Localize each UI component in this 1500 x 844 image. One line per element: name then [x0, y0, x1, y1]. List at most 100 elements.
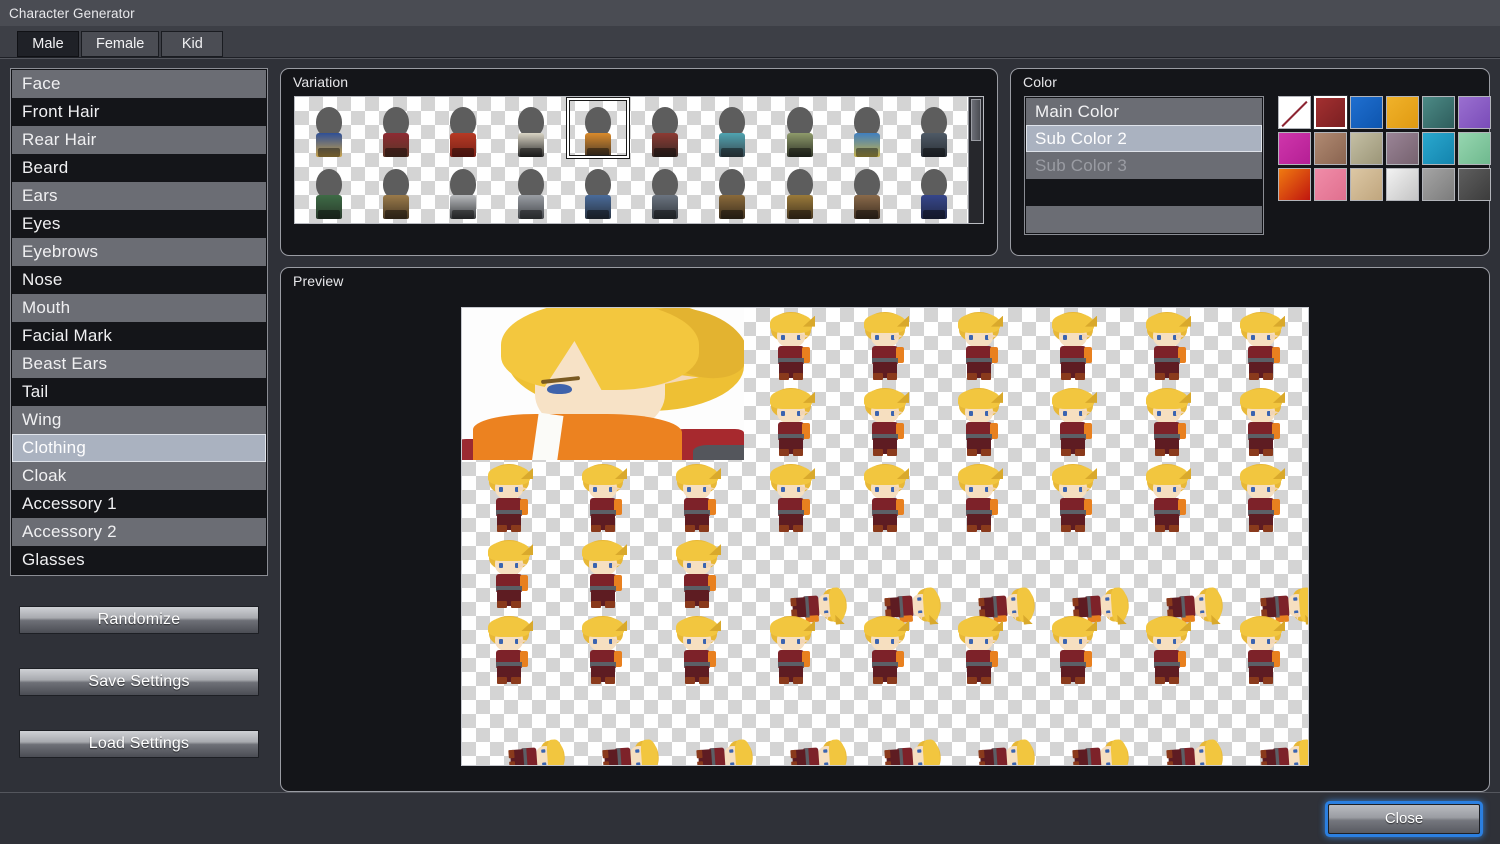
part-item-front-hair[interactable]: Front Hair: [12, 98, 266, 126]
swatch-magenta[interactable]: [1278, 132, 1311, 165]
variation-cell[interactable]: [295, 159, 362, 221]
swatch-silver[interactable]: [1386, 168, 1419, 201]
swatch-orange-red[interactable]: [1278, 168, 1311, 201]
sprite-eye-left: [1199, 597, 1204, 601]
preview-character-sprite: [1234, 463, 1288, 532]
preview-canvas[interactable]: [461, 306, 1309, 766]
tab-male[interactable]: Male: [17, 31, 79, 57]
part-item-wing[interactable]: Wing: [12, 406, 266, 434]
part-item-beast-ears[interactable]: Beast Ears: [12, 350, 266, 378]
swatch-gray[interactable]: [1422, 168, 1455, 201]
sprite-boot-right: [1169, 448, 1179, 456]
parts-list[interactable]: Face Front Hair Rear Hair Beard Ears Eyes Eyeb…: [10, 68, 268, 576]
sprite-front-hair: [1298, 739, 1308, 765]
tab-kid[interactable]: Kid: [161, 31, 224, 57]
sprite-boot-left: [1072, 597, 1079, 607]
variation-cell[interactable]: [766, 159, 833, 221]
part-item-tail[interactable]: Tail: [12, 378, 266, 406]
swatch-blue[interactable]: [1350, 96, 1383, 129]
variation-cell[interactable]: [632, 97, 699, 159]
swatch-mint[interactable]: [1458, 132, 1491, 165]
variation-cell[interactable]: [362, 159, 429, 221]
variation-cell[interactable]: [901, 97, 968, 159]
sprite-eye-left: [687, 639, 691, 645]
swatch-mauve[interactable]: [1386, 132, 1419, 165]
sprite-eye-left: [1251, 410, 1255, 416]
sprite-eye-left: [499, 563, 503, 569]
part-item-face[interactable]: Face: [12, 70, 266, 98]
variation-cell[interactable]: [295, 97, 362, 159]
part-item-cloak[interactable]: Cloak: [12, 462, 266, 490]
preview-cell: [932, 536, 1036, 612]
sprite-boot-right: [1263, 448, 1273, 456]
part-item-accessory-1[interactable]: Accessory 1: [12, 490, 266, 518]
close-button[interactable]: Close: [1328, 803, 1480, 834]
variation-cell[interactable]: [362, 97, 429, 159]
color-slot-main-color[interactable]: Main Color: [1026, 98, 1262, 125]
preview-cell: [1026, 536, 1130, 612]
sprite-clothing: [517, 133, 544, 157]
variation-cell[interactable]: [833, 159, 900, 221]
part-item-ears[interactable]: Ears: [12, 182, 266, 210]
variation-grid[interactable]: [295, 97, 968, 223]
sprite-front-hair: [958, 312, 1000, 333]
variation-scroll-thumb[interactable]: [971, 99, 981, 141]
sprite-eye-right: [918, 762, 923, 765]
swatch-none[interactable]: [1278, 96, 1311, 129]
sprite-clothing: [854, 195, 881, 219]
load-settings-button[interactable]: Load Settings: [19, 730, 259, 758]
part-item-clothing[interactable]: Clothing: [12, 434, 266, 462]
swatch-khaki[interactable]: [1350, 132, 1383, 165]
portrait-scarf: [473, 414, 682, 460]
part-item-mouth[interactable]: Mouth: [12, 294, 266, 322]
part-item-rear-hair[interactable]: Rear Hair: [12, 126, 266, 154]
part-item-nose[interactable]: Nose: [12, 266, 266, 294]
preview-cell: [462, 688, 566, 765]
part-item-eyes[interactable]: Eyes: [12, 210, 266, 238]
variation-cell[interactable]: [564, 159, 631, 221]
variation-cell[interactable]: [430, 97, 497, 159]
tab-female[interactable]: Female: [81, 31, 160, 57]
swatch-dark-red[interactable]: [1313, 95, 1348, 130]
variation-cell[interactable]: [632, 159, 699, 221]
swatch-tan[interactable]: [1350, 168, 1383, 201]
swatch-teal[interactable]: [1422, 96, 1455, 129]
swatch-purple[interactable]: [1458, 96, 1491, 129]
save-settings-button[interactable]: Save Settings: [19, 668, 259, 696]
sprite-eye-left: [1293, 597, 1298, 601]
variation-panel-label: Variation: [293, 74, 349, 90]
part-item-facial-mark[interactable]: Facial Mark: [12, 322, 266, 350]
sprite-eye-right: [824, 762, 829, 765]
variation-cell[interactable]: [430, 159, 497, 221]
sprite-eye-left: [969, 486, 973, 492]
swatch-gold[interactable]: [1386, 96, 1419, 129]
variation-cell[interactable]: [699, 159, 766, 221]
variation-cell[interactable]: [564, 97, 631, 159]
part-item-eyebrows[interactable]: Eyebrows: [12, 238, 266, 266]
swatch-cyan[interactable]: [1422, 132, 1455, 165]
variation-cell[interactable]: [497, 97, 564, 159]
variation-cell[interactable]: [699, 97, 766, 159]
part-item-beard[interactable]: Beard: [12, 154, 266, 182]
part-item-glasses[interactable]: Glasses: [12, 546, 266, 574]
color-slot-sub-color-3[interactable]: Sub Color 3: [1026, 152, 1262, 179]
preview-character-sprite: [764, 616, 818, 685]
color-slot-list[interactable]: Main Color Sub Color 2 Sub Color 3: [1024, 96, 1264, 235]
sprite-boot-left: [779, 372, 789, 380]
variation-scrollbar[interactable]: [968, 97, 983, 223]
part-item-accessory-2[interactable]: Accessory 2: [12, 518, 266, 546]
sprite-front-hair: [1146, 617, 1188, 638]
sprite-boot-right: [1169, 524, 1179, 532]
variation-cell[interactable]: [901, 159, 968, 221]
color-swatch-grid[interactable]: [1278, 95, 1491, 235]
preview-character-sprite: [1046, 616, 1100, 685]
color-slot-sub-color-2[interactable]: Sub Color 2: [1026, 125, 1262, 152]
variation-cell[interactable]: [497, 159, 564, 221]
swatch-brown[interactable]: [1314, 132, 1347, 165]
swatch-pink[interactable]: [1314, 168, 1347, 201]
variation-cell[interactable]: [833, 97, 900, 159]
randomize-button[interactable]: Randomize: [19, 606, 259, 634]
sprite-boot-left: [779, 448, 789, 456]
swatch-dark-gray[interactable]: [1458, 168, 1491, 201]
variation-cell[interactable]: [766, 97, 833, 159]
